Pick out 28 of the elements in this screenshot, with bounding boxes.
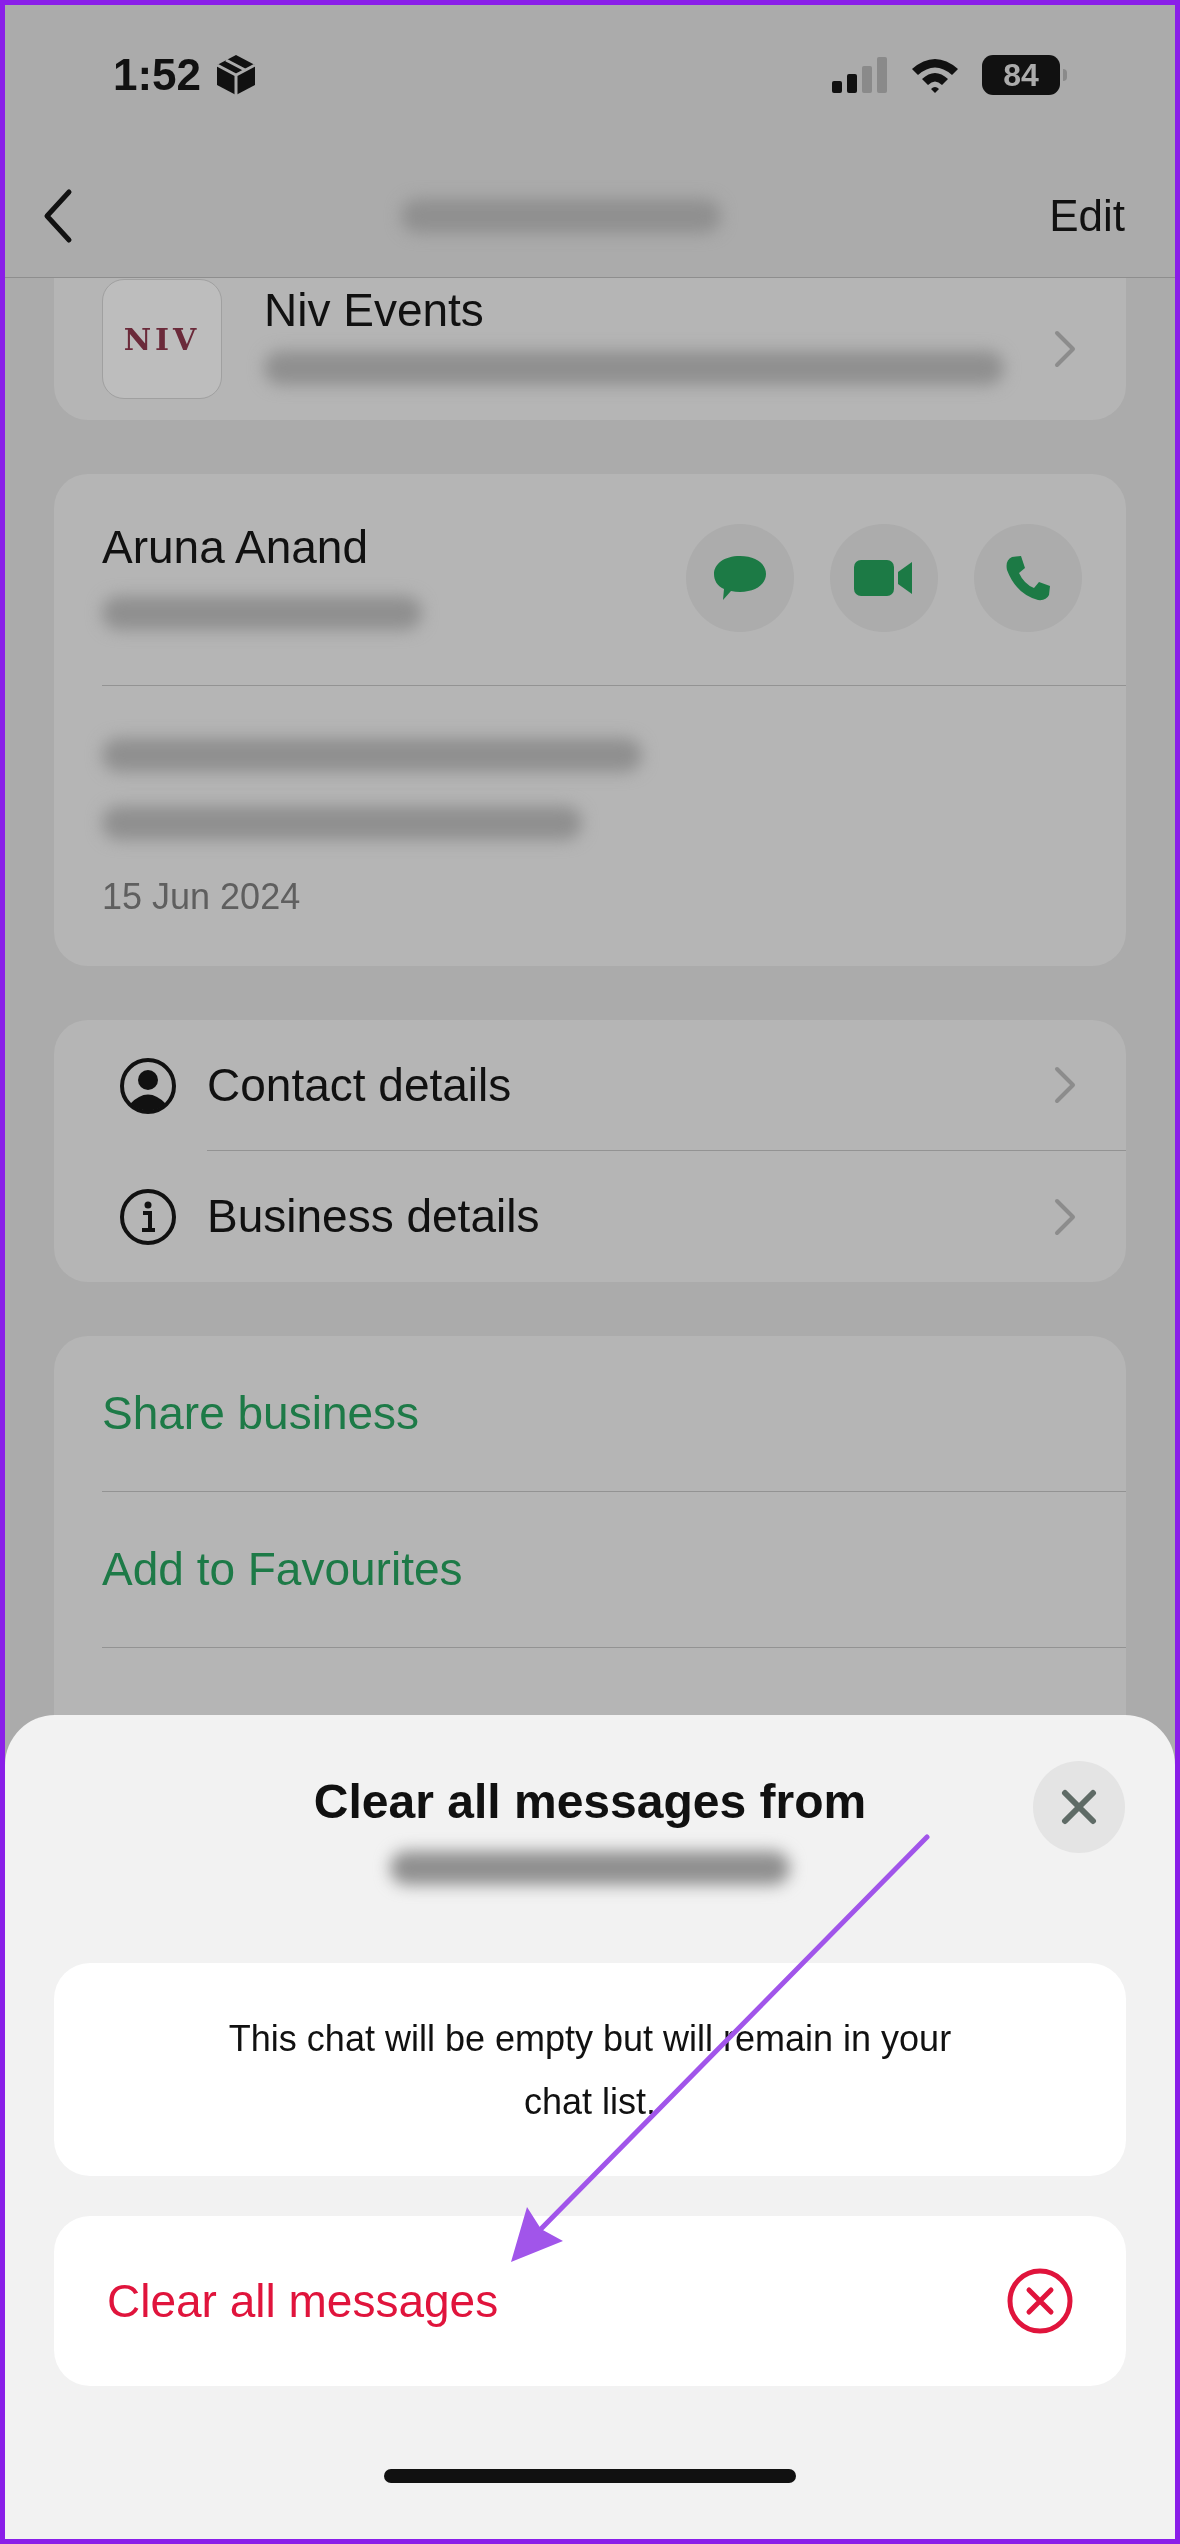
close-icon <box>1061 1789 1097 1825</box>
person-icon <box>119 1056 177 1115</box>
info-icon <box>119 1187 177 1246</box>
detail-row[interactable]: Business details <box>54 1151 1126 1282</box>
business-name: Niv Events <box>264 283 485 337</box>
sheet-message: This chat will be empty but will remain in your chat list. <box>227 2016 953 2124</box>
back-icon[interactable] <box>43 188 73 244</box>
detail-label: Contact details <box>207 1057 512 1113</box>
battery-percentage: 84 <box>1003 59 1039 91</box>
edit-button[interactable]: Edit <box>1049 183 1125 249</box>
chevron-icon <box>1054 330 1076 368</box>
chevron-icon <box>1054 1066 1076 1104</box>
box-icon <box>215 53 258 97</box>
chevron-icon <box>1054 1197 1076 1236</box>
signal-icon <box>832 57 888 93</box>
contact-name: Aruna Anand <box>102 520 369 574</box>
sheet-title: Clear all messages from <box>313 1774 867 1830</box>
clear-messages-button[interactable]: Clear all messages <box>54 2216 1126 2386</box>
business-logo: NIV <box>102 279 222 399</box>
clear-icon <box>1006 2267 1074 2335</box>
phone-icon <box>1004 554 1052 602</box>
video-camera-icon <box>854 558 914 598</box>
wifi-icon <box>910 57 960 93</box>
contact-date: 15 Jun 2024 <box>102 875 302 919</box>
business-card[interactable]: NIV Niv Events <box>54 278 1126 420</box>
detail-row[interactable]: Contact details <box>54 1020 1126 1151</box>
clock-time: 1:52 <box>113 49 202 101</box>
detail-label: Business details <box>207 1189 540 1244</box>
